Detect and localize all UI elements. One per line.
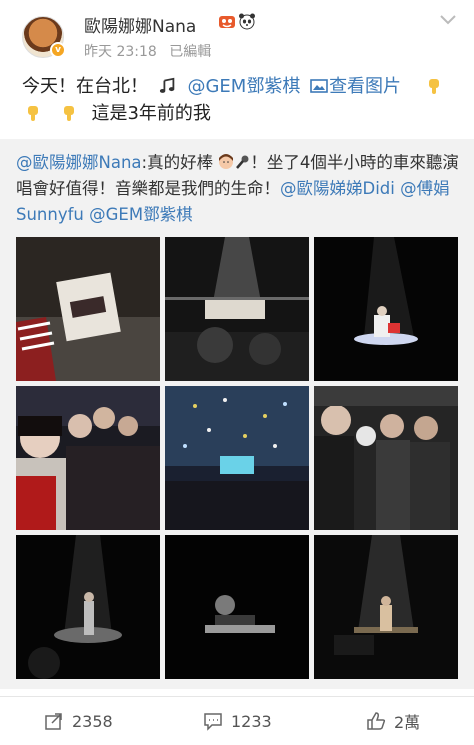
pointing-hand-icon xyxy=(63,106,74,121)
comment-icon xyxy=(204,713,222,731)
image-grid xyxy=(16,237,458,681)
repost-text: @歐陽娜娜Nana:真的好棒 ！坐了4個半小時的車來聽演唱會好值得！音樂都是我們… xyxy=(16,150,461,228)
share-button[interactable]: 2358 xyxy=(44,709,113,733)
mention-author[interactable]: @歐陽娜娜Nana xyxy=(16,153,142,172)
post-header: v 歐陽娜娜Nana 昨天 23:18 已編輯 xyxy=(0,0,474,66)
post-text-line2: 這是3年前的我 xyxy=(91,103,211,124)
repost-text-part1: :真的好棒 xyxy=(141,153,214,172)
username[interactable]: 歐陽娜娜Nana xyxy=(84,12,196,37)
action-bar: 2358 1233 2萬 xyxy=(0,696,474,745)
photo-stage-singer[interactable] xyxy=(16,535,160,679)
photo-stage-piano[interactable] xyxy=(314,237,458,381)
mention-gem[interactable]: @GEM鄧紫棋 xyxy=(187,76,300,97)
post-meta: 昨天 23:18 已編輯 xyxy=(84,41,219,61)
like-button[interactable]: 2萬 xyxy=(366,709,420,733)
post-time: 昨天 23:18 xyxy=(84,44,157,60)
post-text-prefix: 今天！在台北！ xyxy=(22,76,148,97)
view-image-label: 查看图片 xyxy=(329,76,402,97)
chevron-down-icon[interactable] xyxy=(438,13,458,27)
mention-gem[interactable]: @GEM鄧紫棋 xyxy=(89,205,192,224)
share-icon xyxy=(45,713,62,730)
photo-stage-ticket[interactable] xyxy=(165,237,309,381)
pointing-hand-icon xyxy=(28,106,38,121)
comment-count: 1233 xyxy=(231,711,272,731)
view-image-link[interactable]: 查看图片 xyxy=(306,76,407,97)
girl-emoji-icon xyxy=(219,154,234,169)
repost-card[interactable]: @歐陽娜娜Nana:真的好棒 ！坐了4個半小時的車來聽演唱會好值得！音樂都是我們… xyxy=(0,139,474,689)
like-icon xyxy=(367,712,386,730)
crown-icon xyxy=(219,16,235,28)
post-body: 今天！在台北！ @GEM鄧紫棋 查看图片 這是3年前的我 xyxy=(22,73,462,127)
mention-didi[interactable]: @歐陽娣娣Didi xyxy=(280,179,395,198)
comment-button[interactable]: 1233 xyxy=(203,709,272,733)
like-count: 2萬 xyxy=(394,713,421,732)
pointing-hand-icon xyxy=(428,79,439,94)
panda-icon xyxy=(239,13,255,30)
microphone-icon xyxy=(236,155,249,169)
photo-confetti-stage[interactable] xyxy=(165,386,309,530)
share-count: 2358 xyxy=(72,711,113,731)
image-icon xyxy=(310,79,328,93)
edited-label[interactable]: 已編輯 xyxy=(169,44,211,60)
photo-ticket[interactable] xyxy=(16,237,160,381)
photo-selfie-fans[interactable] xyxy=(16,386,160,530)
verified-badge-icon: v xyxy=(50,42,66,58)
photo-piano-closeup[interactable] xyxy=(165,535,309,679)
photo-friends-peace[interactable] xyxy=(314,386,458,530)
photo-stage-guitar[interactable] xyxy=(314,535,458,679)
music-note-icon xyxy=(159,77,175,93)
